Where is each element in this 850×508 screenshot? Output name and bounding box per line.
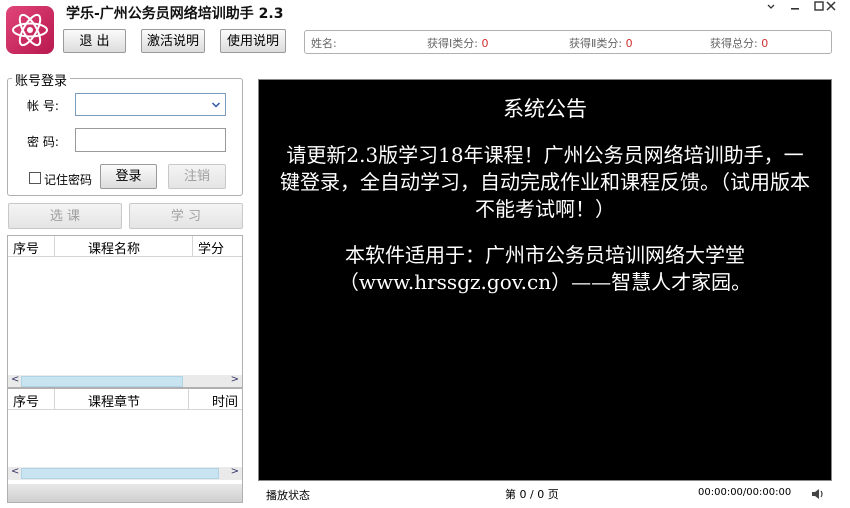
course-list[interactable]: 序号 课程名称 学分 < > bbox=[7, 235, 243, 388]
account-dropdown[interactable] bbox=[75, 93, 226, 116]
app-logo bbox=[6, 6, 54, 54]
system-notice: 系统公告 请更新2.3版学习18年课程！广州公务员网络培训助手，一键登录，全自动… bbox=[260, 96, 830, 296]
column-header: 学分 bbox=[198, 242, 225, 257]
chevron-down-icon bbox=[767, 4, 775, 9]
category1-value: 0 bbox=[481, 37, 489, 50]
logout-button[interactable]: 注销 bbox=[168, 164, 226, 189]
remember-password-checkbox[interactable] bbox=[29, 172, 41, 184]
login-group-title: 账号登录 bbox=[12, 70, 71, 89]
playback-time: 00:00:00/00:00:00 bbox=[698, 487, 792, 498]
category2-value: 0 bbox=[625, 37, 633, 50]
atom-logo-icon bbox=[12, 13, 48, 47]
chapter-list-scrollbar[interactable]: < > bbox=[8, 466, 242, 480]
minimize-button[interactable] bbox=[782, 0, 808, 18]
column-header: 序号 bbox=[13, 395, 40, 410]
scroll-left-icon[interactable]: < bbox=[11, 374, 19, 385]
page-indicator: 第 0 / 0 页 bbox=[505, 488, 559, 501]
total-label: 获得总分: bbox=[710, 37, 758, 50]
category1-score: 获得Ⅰ类分: 0 bbox=[427, 35, 488, 51]
notice-title: 系统公告 bbox=[503, 97, 587, 121]
scrollbar-thumb[interactable] bbox=[21, 468, 219, 479]
total-value: 0 bbox=[761, 37, 769, 50]
chapter-list[interactable]: 序号 课程章节 时间 < > bbox=[7, 388, 243, 503]
category2-label: 获得Ⅱ类分: bbox=[569, 37, 623, 50]
scroll-left-icon[interactable]: < bbox=[11, 466, 19, 477]
minimize-icon bbox=[791, 8, 799, 10]
window-menu-button[interactable] bbox=[758, 0, 784, 18]
column-header: 课程章节 bbox=[88, 395, 141, 410]
login-button[interactable]: 登录 bbox=[100, 164, 157, 189]
close-icon bbox=[826, 1, 836, 11]
password-label: 密 码: bbox=[27, 135, 59, 149]
account-label: 帐 号: bbox=[27, 99, 59, 113]
category2-score: 获得Ⅱ类分: 0 bbox=[569, 35, 633, 51]
speaker-icon[interactable] bbox=[810, 487, 826, 501]
course-list-scrollbar[interactable]: < > bbox=[8, 374, 242, 387]
chapter-list-footer bbox=[8, 484, 242, 502]
course-list-header: 序号 课程名称 学分 bbox=[8, 236, 242, 257]
playback-status-label: 播放状态 bbox=[266, 489, 310, 502]
column-header: 课程名称 bbox=[88, 242, 141, 257]
total-score: 获得总分: 0 bbox=[710, 35, 768, 51]
category1-label: 获得Ⅰ类分: bbox=[427, 37, 478, 50]
exit-button[interactable]: 退 出 bbox=[63, 29, 126, 53]
notice-paragraph-2: 本软件适用于：广州市公务员培训网络大学堂（www.hrssgz.gov.cn）—… bbox=[338, 243, 752, 294]
scrollbar-thumb[interactable] bbox=[21, 376, 183, 387]
study-button[interactable]: 学 习 bbox=[129, 203, 243, 229]
name-label: 姓名: bbox=[311, 37, 337, 50]
select-course-button[interactable]: 选 课 bbox=[8, 203, 122, 229]
player-status-bar: 播放状态 第 0 / 0 页 00:00:00/00:00:00 bbox=[258, 484, 832, 504]
usage-help-button[interactable]: 使用说明 bbox=[220, 29, 286, 53]
chapter-list-header: 序号 课程章节 时间 bbox=[8, 389, 242, 410]
password-field[interactable] bbox=[75, 128, 226, 152]
scroll-right-icon[interactable]: > bbox=[231, 466, 239, 477]
chevron-down-icon bbox=[211, 102, 221, 108]
activation-help-button[interactable]: 激活说明 bbox=[141, 29, 205, 53]
remember-password-label: 记住密码 bbox=[44, 173, 93, 187]
notice-paragraph-1: 请更新2.3版学习18年课程！广州公务员网络培训助手，一键登录，全自动学习，自动… bbox=[280, 143, 810, 221]
column-header: 序号 bbox=[13, 242, 40, 257]
close-button[interactable] bbox=[820, 0, 842, 18]
scroll-right-icon[interactable]: > bbox=[231, 374, 239, 385]
app-title: 学乐-广州公务员网络培训助手 2.3 bbox=[66, 6, 284, 22]
column-header: 时间 bbox=[212, 395, 239, 410]
